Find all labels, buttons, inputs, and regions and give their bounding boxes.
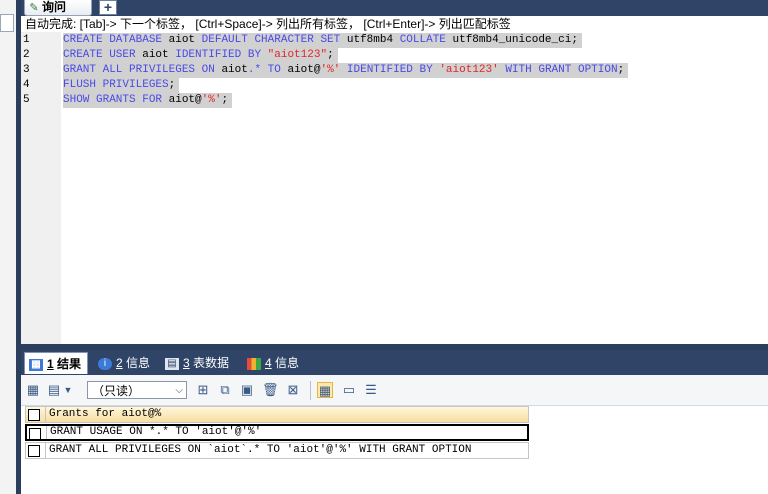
code-token: utf8mb4 [346,34,400,46]
export-grid-icon[interactable]: ▦ [25,382,41,398]
line-number: 2 [23,49,30,61]
readonly-select[interactable]: （只读） ⌵ [87,381,187,399]
line-number: 5 [23,94,30,106]
grid-view-icon[interactable]: ▦ [317,382,333,398]
export-options-icon[interactable]: ▤ [46,382,62,398]
code-token: IDENTIFIED BY [175,49,268,61]
info-icon: i [98,357,112,370]
code-text: FLUSH PRIVILEGES; [63,78,180,93]
table-icon: ▤ [165,357,179,370]
code-token: '%' [320,64,341,76]
sql-editor[interactable]: 1 CREATE DATABASE aiot DEFAULT CHARACTER … [21,32,768,344]
code-token: DEFAULT CHARACTER SET [201,34,347,46]
chart-icon [247,357,261,370]
code-token: ; [617,64,625,76]
grid-divider [45,443,46,458]
code-token: utf8mb4_unicode_ci; [452,34,578,46]
code-text: CREATE USER aiot IDENTIFIED BY "aiot123"… [63,48,338,63]
query-tab-bar: ✎ 询问 + [21,0,768,16]
table-cell[interactable]: GRANT USAGE ON *.* TO 'aiot'@'%' [50,426,261,439]
tab-result-2[interactable]: i2 信息 [94,352,156,374]
grid-divider [45,407,46,422]
line-number: 4 [23,79,30,91]
add-tab-button[interactable]: + [99,0,117,15]
select-all-checkbox[interactable] [28,409,40,421]
object-browser-stub[interactable] [0,14,14,32]
tab-result-4-label: 信息 [275,356,300,370]
tab-query-label: 询问 [42,0,67,14]
code-line[interactable]: 1 CREATE DATABASE aiot DEFAULT CHARACTER … [21,33,768,48]
tab-result-2-label: 信息 [126,356,151,370]
code-line[interactable]: 5 SHOW GRANTS FOR aiot@'%'; [21,93,768,108]
code-token: CREATE DATABASE [63,34,169,46]
readonly-select-value: （只读） [92,384,141,398]
grid-divider [46,426,47,439]
code-token: aiot [142,49,176,61]
form-view-icon[interactable]: ▭ [341,382,357,398]
text-view-icon[interactable]: ☰ [363,382,379,398]
table-row[interactable]: GRANT USAGE ON *.* TO 'aiot'@'%' [25,424,529,441]
toolbar-separator [310,381,311,400]
tab-query[interactable]: ✎ 询问 [24,0,92,16]
tab-result-3-label: 表数据 [193,356,230,370]
query-icon: ✎ [29,2,39,14]
code-text: GRANT ALL PRIVILEGES ON aiot.* TO aiot@'… [63,63,629,78]
table-cell[interactable]: GRANT ALL PRIVILEGES ON `aiot`.* TO 'aio… [49,443,471,458]
grid-header-row[interactable]: Grants for aiot@% [25,406,529,423]
result-tab-bar: ▦ 1 结果 i2 信息 ▤ 3 表数据 4 信息 [21,350,768,375]
cancel-changes-icon[interactable]: ⊠ [285,382,301,398]
code-token: "aiot123" [267,49,328,61]
code-line[interactable]: 2 CREATE USER aiot IDENTIFIED BY "aiot123… [21,48,768,63]
delete-icon[interactable]: 🗑 [262,382,279,398]
line-number: 1 [23,34,30,46]
tab-result-2-num: 2 [116,356,123,370]
table-row[interactable]: GRANT ALL PRIVILEGES ON `aiot`.* TO 'aio… [25,442,529,459]
code-token: aiot@ [168,94,202,106]
tab-result-3-num: 3 [183,356,190,370]
autocomplete-hint: 自动完成: [Tab]-> 下一个标签， [Ctrl+Space]-> 列出所有… [21,16,768,32]
code-line[interactable]: 3 GRANT ALL PRIVILEGES ON aiot.* TO aiot@… [21,63,768,78]
code-line[interactable]: 4 FLUSH PRIVILEGES; [21,78,768,93]
code-token: COLLATE [399,34,453,46]
code-token: aiot [221,64,248,76]
tab-result-1[interactable]: ▦ 1 结果 [24,352,89,374]
save-icon[interactable]: ▣ [239,382,255,398]
line-number: 3 [23,64,30,76]
code-token: FLUSH PRIVILEGES [63,79,169,91]
code-token: IDENTIFIED BY [340,64,440,76]
code-token: 'aiot123' [439,64,499,76]
code-token: aiot@ [287,64,321,76]
insert-row-icon[interactable]: ⊞ [195,382,211,398]
code-token: SHOW GRANTS FOR [63,94,169,106]
code-token: WITH GRANT OPTION [498,64,618,76]
code-token: ; [168,79,176,91]
code-token: ; [221,94,229,106]
duplicate-row-icon[interactable]: ⧉ [217,382,233,398]
code-text: SHOW GRANTS FOR aiot@'%'; [63,93,233,108]
result-toolbar: ▦ ▤ ▼ （只读） ⌵ ⊞ ⧉ ▣ 🗑 ⊠ ▦ ▭ ☰ [21,375,768,406]
tab-result-1-num: 1 [47,357,54,371]
tab-result-3[interactable]: ▤ 3 表数据 [161,352,235,374]
code-text: CREATE DATABASE aiot DEFAULT CHARACTER S… [63,33,582,48]
dropdown-arrow-icon[interactable]: ▼ [63,382,73,398]
code-token: GRANT ALL PRIVILEGES ON [63,64,222,76]
code-token: .* [247,64,268,76]
code-token: ; [327,49,334,61]
tab-result-4-num: 4 [265,356,272,370]
grid-header-label: Grants for aiot@% [49,408,162,420]
tab-result-4[interactable]: 4 信息 [243,352,305,374]
tab-result-1-label: 结果 [57,357,82,371]
row-checkbox[interactable] [29,428,41,440]
grid-icon: ▦ [29,358,43,371]
code-token: CREATE USER [63,49,143,61]
code-token: '%' [201,94,222,106]
code-token: TO [267,64,288,76]
code-token: aiot [168,34,202,46]
chevron-down-icon: ⌵ [175,385,183,396]
row-checkbox[interactable] [28,445,40,457]
